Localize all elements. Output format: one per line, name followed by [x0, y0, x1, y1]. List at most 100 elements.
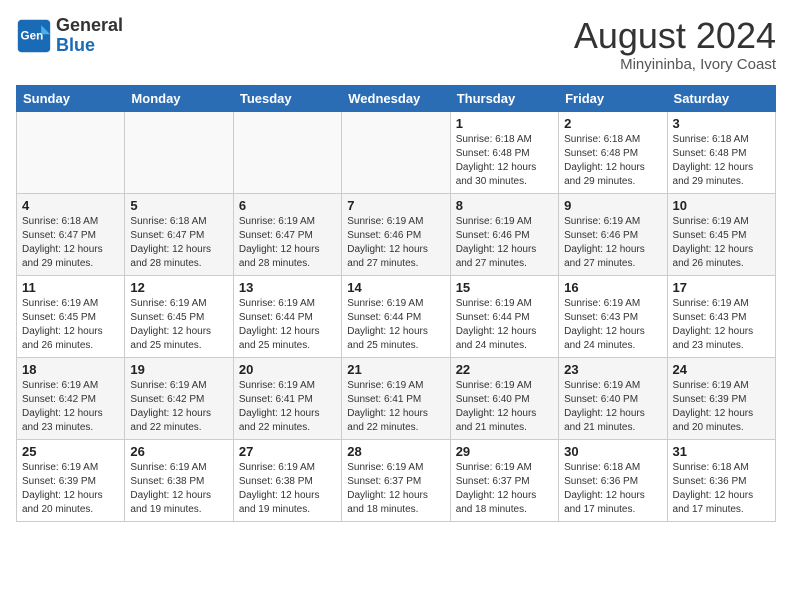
calendar-cell: 11 Sunrise: 6:19 AM Sunset: 6:45 PM Dayli… [17, 275, 125, 357]
day-number: 12 [130, 280, 227, 295]
calendar-cell [342, 111, 450, 193]
day-number: 16 [564, 280, 661, 295]
calendar-cell: 27Sunrise: 6:19 AM Sunset: 6:38 PM Dayli… [233, 439, 341, 521]
day-info: Sunrise: 6:18 AM Sunset: 6:48 PM Dayligh… [673, 133, 770, 189]
day-number: 28 [347, 444, 444, 459]
day-info: Sunrise: 6:19 AM Sunset: 6:40 PM Dayligh… [564, 379, 661, 435]
day-info: Sunrise: 6:19 AM Sunset: 6:41 PM Dayligh… [347, 379, 444, 435]
day-number: 13 [239, 280, 336, 295]
day-number: 23 [564, 362, 661, 377]
day-number: 27 [239, 444, 336, 459]
day-info: Sunrise: 6:19 AM Sunset: 6:46 PM Dayligh… [347, 215, 444, 271]
calendar-cell: 24 Sunrise: 6:19 AM Sunset: 6:39 PM Dayli… [667, 357, 775, 439]
day-number: 9 [564, 198, 661, 213]
calendar-cell: 14Sunrise: 6:19 AM Sunset: 6:44 PM Dayli… [342, 275, 450, 357]
day-info: Sunrise: 6:19 AM Sunset: 6:39 PM Dayligh… [673, 379, 770, 435]
day-info: Sunrise: 6:19 AM Sunset: 6:45 PM Dayligh… [22, 297, 119, 353]
day-number: 2 [564, 116, 661, 131]
day-info: Sunrise: 6:19 AM Sunset: 6:44 PM Dayligh… [456, 297, 553, 353]
calendar-week-row: 4Sunrise: 6:18 AM Sunset: 6:47 PM Daylig… [17, 193, 776, 275]
title-block: August 2024 Minyininba, Ivory Coast [574, 16, 776, 73]
calendar-cell: 1 Sunrise: 6:18 AM Sunset: 6:48 PM Daylig… [450, 111, 558, 193]
calendar-cell: 23 Sunrise: 6:19 AM Sunset: 6:40 PM Dayli… [559, 357, 667, 439]
day-info: Sunrise: 6:19 AM Sunset: 6:42 PM Dayligh… [22, 379, 119, 435]
calendar-cell: 17 Sunrise: 6:19 AM Sunset: 6:43 PM Dayli… [667, 275, 775, 357]
day-info: Sunrise: 6:19 AM Sunset: 6:46 PM Dayligh… [564, 215, 661, 271]
calendar-cell: 20 Sunrise: 6:19 AM Sunset: 6:41 PM Dayli… [233, 357, 341, 439]
calendar-cell: 19 Sunrise: 6:19 AM Sunset: 6:42 PM Dayli… [125, 357, 233, 439]
calendar-cell: 18 Sunrise: 6:19 AM Sunset: 6:42 PM Dayli… [17, 357, 125, 439]
day-info: Sunrise: 6:19 AM Sunset: 6:45 PM Dayligh… [673, 215, 770, 271]
day-info: Sunrise: 6:18 AM Sunset: 6:36 PM Dayligh… [673, 461, 770, 517]
day-info: Sunrise: 6:19 AM Sunset: 6:43 PM Dayligh… [673, 297, 770, 353]
day-info: Sunrise: 6:19 AM Sunset: 6:39 PM Dayligh… [22, 461, 119, 517]
day-number: 6 [239, 198, 336, 213]
day-number: 19 [130, 362, 227, 377]
calendar-cell: 22 Sunrise: 6:19 AM Sunset: 6:40 PM Dayli… [450, 357, 558, 439]
day-number: 1 [456, 116, 553, 131]
day-info: Sunrise: 6:19 AM Sunset: 6:46 PM Dayligh… [456, 215, 553, 271]
day-number: 5 [130, 198, 227, 213]
calendar-cell: 3 Sunrise: 6:18 AM Sunset: 6:48 PM Daylig… [667, 111, 775, 193]
day-number: 18 [22, 362, 119, 377]
calendar-cell [17, 111, 125, 193]
calendar-cell: 28 Sunrise: 6:19 AM Sunset: 6:37 PM Dayli… [342, 439, 450, 521]
calendar-cell: 30 Sunrise: 6:18 AM Sunset: 6:36 PM Dayli… [559, 439, 667, 521]
calendar-header-saturday: Saturday [667, 85, 775, 111]
calendar-cell [233, 111, 341, 193]
day-number: 17 [673, 280, 770, 295]
calendar-header-wednesday: Wednesday [342, 85, 450, 111]
calendar-cell: 8 Sunrise: 6:19 AM Sunset: 6:46 PM Daylig… [450, 193, 558, 275]
day-info: Sunrise: 6:18 AM Sunset: 6:48 PM Dayligh… [456, 133, 553, 189]
day-number: 14 [347, 280, 444, 295]
day-number: 26 [130, 444, 227, 459]
calendar-week-row: 1 Sunrise: 6:18 AM Sunset: 6:48 PM Daylig… [17, 111, 776, 193]
logo-icon: Gen [16, 18, 52, 54]
day-info: Sunrise: 6:19 AM Sunset: 6:45 PM Dayligh… [130, 297, 227, 353]
day-info: Sunrise: 6:19 AM Sunset: 6:37 PM Dayligh… [347, 461, 444, 517]
logo: Gen General Blue [16, 16, 123, 56]
calendar-cell: 13Sunrise: 6:19 AM Sunset: 6:44 PM Dayli… [233, 275, 341, 357]
calendar-header-friday: Friday [559, 85, 667, 111]
day-number: 29 [456, 444, 553, 459]
calendar-cell [125, 111, 233, 193]
calendar-header-monday: Monday [125, 85, 233, 111]
calendar-cell: 15 Sunrise: 6:19 AM Sunset: 6:44 PM Dayli… [450, 275, 558, 357]
day-number: 20 [239, 362, 336, 377]
svg-text:Gen: Gen [21, 29, 44, 42]
location: Minyininba, Ivory Coast [574, 56, 776, 73]
day-number: 22 [456, 362, 553, 377]
day-info: Sunrise: 6:19 AM Sunset: 6:42 PM Dayligh… [130, 379, 227, 435]
calendar-week-row: 25Sunrise: 6:19 AM Sunset: 6:39 PM Dayli… [17, 439, 776, 521]
calendar-table: SundayMondayTuesdayWednesdayThursdayFrid… [16, 85, 776, 522]
day-number: 3 [673, 116, 770, 131]
calendar-header-thursday: Thursday [450, 85, 558, 111]
day-number: 8 [456, 198, 553, 213]
logo-text: General Blue [56, 16, 123, 56]
calendar-cell: 7Sunrise: 6:19 AM Sunset: 6:46 PM Daylig… [342, 193, 450, 275]
calendar-week-row: 11 Sunrise: 6:19 AM Sunset: 6:45 PM Dayli… [17, 275, 776, 357]
day-number: 10 [673, 198, 770, 213]
day-info: Sunrise: 6:18 AM Sunset: 6:36 PM Dayligh… [564, 461, 661, 517]
calendar-cell: 10 Sunrise: 6:19 AM Sunset: 6:45 PM Dayli… [667, 193, 775, 275]
day-number: 31 [673, 444, 770, 459]
day-info: Sunrise: 6:19 AM Sunset: 6:47 PM Dayligh… [239, 215, 336, 271]
calendar-cell: 21 Sunrise: 6:19 AM Sunset: 6:41 PM Dayli… [342, 357, 450, 439]
day-number: 11 [22, 280, 119, 295]
day-number: 15 [456, 280, 553, 295]
calendar-cell: 9 Sunrise: 6:19 AM Sunset: 6:46 PM Daylig… [559, 193, 667, 275]
calendar-cell: 16Sunrise: 6:19 AM Sunset: 6:43 PM Dayli… [559, 275, 667, 357]
day-info: Sunrise: 6:18 AM Sunset: 6:47 PM Dayligh… [22, 215, 119, 271]
calendar-cell: 5Sunrise: 6:18 AM Sunset: 6:47 PM Daylig… [125, 193, 233, 275]
calendar-cell: 12 Sunrise: 6:19 AM Sunset: 6:45 PM Dayli… [125, 275, 233, 357]
day-info: Sunrise: 6:19 AM Sunset: 6:40 PM Dayligh… [456, 379, 553, 435]
day-number: 21 [347, 362, 444, 377]
day-info: Sunrise: 6:19 AM Sunset: 6:37 PM Dayligh… [456, 461, 553, 517]
day-info: Sunrise: 6:18 AM Sunset: 6:48 PM Dayligh… [564, 133, 661, 189]
day-info: Sunrise: 6:19 AM Sunset: 6:41 PM Dayligh… [239, 379, 336, 435]
calendar-cell: 31 Sunrise: 6:18 AM Sunset: 6:36 PM Dayli… [667, 439, 775, 521]
day-info: Sunrise: 6:19 AM Sunset: 6:38 PM Dayligh… [130, 461, 227, 517]
day-number: 30 [564, 444, 661, 459]
calendar-cell: 6 Sunrise: 6:19 AM Sunset: 6:47 PM Daylig… [233, 193, 341, 275]
day-number: 24 [673, 362, 770, 377]
